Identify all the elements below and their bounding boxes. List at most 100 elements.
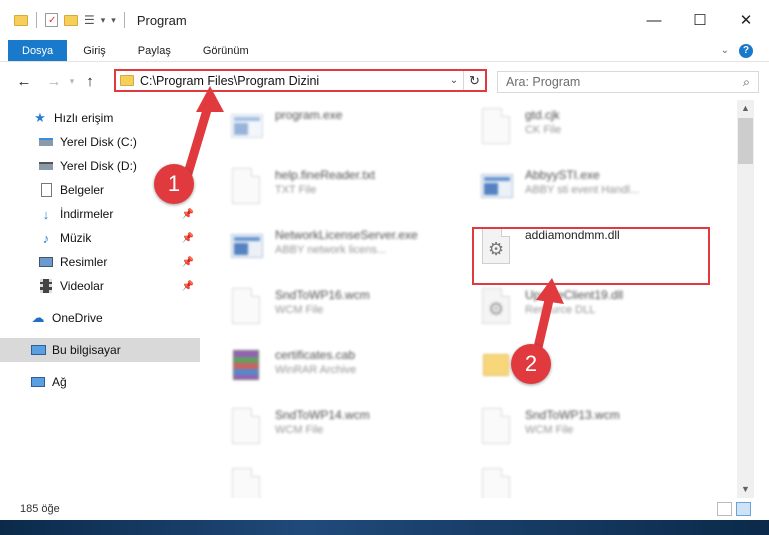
desktop-background [0,520,769,535]
view-icon[interactable]: ☰ [84,13,95,27]
divider [36,12,37,28]
address-bar[interactable]: C:\Program Files\Program Dizini ⌄ ↻ [114,69,487,92]
item-count: 185 öğe [20,503,60,515]
refresh-icon[interactable]: ↻ [463,71,485,90]
file-type: Resource DLL [525,304,596,316]
file-item[interactable] [479,468,719,498]
pictures-icon [38,255,54,269]
maximize-button[interactable]: ☐ [677,0,723,40]
file-type: WCM File [275,424,324,436]
file-type: CK File [525,124,562,136]
tiles-view-icon[interactable] [736,502,751,516]
file-type: WCM File [275,304,324,316]
pin-icon[interactable]: 📌 [182,257,194,268]
new-folder-icon[interactable] [64,14,78,26]
exe-icon [229,228,265,274]
file-item[interactable]: certificates.cab WinRAR Archive [229,348,469,404]
sidebar-item-quick-access[interactable]: ★ Hızlı erişim [0,106,200,130]
music-icon: ♪ [42,230,50,246]
sidebar-item-videos[interactable]: Videolar 📌 [0,274,200,298]
sidebar-item-downloads[interactable]: ↓ İndirmeler 📌 [0,202,200,226]
scrollbar-thumb[interactable] [738,118,753,164]
tab-home[interactable]: Giriş [67,40,122,61]
chevron-down-icon[interactable]: ▾ [101,15,106,26]
ribbon-right: ⌄ ? [721,40,769,61]
file-item[interactable]: AbbyySTI.exe ABBY sti event Handl... [479,168,719,224]
file-icon [229,468,265,498]
network-icon [30,375,46,389]
pin-icon[interactable]: 📌 [182,281,194,292]
file-type: WCM File [525,424,574,436]
file-item[interactable]: SndToWP14.wcm WCM File [229,408,469,464]
title-bar: ✓ ☰ ▾ ▾ Program — ☐ ✕ [0,0,769,40]
sidebar-item-label: Ağ [52,375,67,389]
close-button[interactable]: ✕ [723,0,769,40]
cloud-icon: ☁ [31,310,45,325]
documents-icon [38,183,54,197]
details-view-icon[interactable] [717,502,732,516]
sidebar-item-music[interactable]: ♪ Müzik 📌 [0,226,200,250]
file-icon [229,408,265,454]
status-bar: 185 öğe [0,498,769,520]
ribbon-tabs: Dosya Giriş Paylaş Görünüm ⌄ ? [0,40,769,62]
vertical-scrollbar[interactable]: ▲ ▼ [737,100,754,498]
scroll-up-icon[interactable]: ▲ [737,100,754,117]
pin-icon[interactable]: 📌 [182,209,194,220]
exe-icon [479,168,515,214]
gear-icon: ⚙ [488,299,505,319]
file-name: gtd.cjk [525,108,560,122]
search-icon[interactable]: ⌕ [743,75,750,90]
file-item[interactable]: gtd.cjk CK File [479,108,719,164]
tab-file[interactable]: Dosya [8,40,68,61]
scroll-down-icon[interactable]: ▼ [737,481,754,498]
sidebar-item-pictures[interactable]: Resimler 📌 [0,250,200,274]
search-input[interactable]: Ara: Program ⌕ [497,71,759,93]
sidebar-item-label: Bu bilgisayar [52,343,121,357]
video-icon [38,279,54,293]
tab-view[interactable]: Görünüm [187,40,265,61]
folder-icon [120,75,134,86]
file-name: certificates.cab [275,348,356,362]
sidebar-item-label: OneDrive [52,311,103,325]
window-title: Program [136,12,187,28]
minimize-button[interactable]: — [631,0,677,40]
search-placeholder: Ara: Program [506,75,581,89]
file-name: SndToWP16.wcm [275,288,370,302]
file-item[interactable]: program.exe [229,108,469,164]
customize-toolbar-icon[interactable]: ▾ [111,15,116,26]
quick-access-toolbar: ✓ ☰ ▾ ▾ [0,0,127,40]
up-button[interactable]: ↑ [78,73,102,90]
file-item[interactable]: ⚙ UpdateClient19.dll Resource DLL [479,288,719,344]
file-item[interactable]: SndToWP16.wcm WCM File [229,288,469,344]
file-icon [479,108,515,154]
computer-icon [30,343,46,357]
properties-icon[interactable]: ✓ [45,13,58,27]
sidebar-item-network[interactable]: Ağ [0,370,200,394]
sidebar-item-label: Resimler [60,255,108,269]
sidebar-item-onedrive[interactable]: ☁ OneDrive [0,306,200,330]
file-icon [229,288,265,334]
file-type: ABBY network licens... [275,244,387,256]
file-name: program.exe [275,108,343,122]
sidebar-item-this-pc[interactable]: Bu bilgisayar [0,338,200,362]
recent-locations-icon[interactable]: ▾ [66,76,78,87]
chevron-down-icon[interactable]: ⌄ [445,75,463,86]
address-path[interactable]: C:\Program Files\Program Dizini [140,74,445,88]
divider [123,12,125,28]
file-name: SndToWP13.wcm [525,408,620,422]
pin-icon[interactable]: 📌 [182,233,194,244]
back-button[interactable]: ← [12,73,36,90]
view-switcher [717,502,751,516]
highlight-box [472,227,710,285]
expand-ribbon-icon[interactable]: ⌄ [721,45,729,56]
file-item[interactable]: help.fineReader.txt TXT File [229,168,469,224]
file-item[interactable]: SndToWP13.wcm WCM File [479,408,719,464]
window-controls: — ☐ ✕ [631,0,769,40]
folder-icon [14,14,28,26]
sidebar-item-local-disk-c[interactable]: Yerel Disk (C:) [0,130,200,154]
tab-share[interactable]: Paylaş [122,40,187,61]
forward-button[interactable]: → [42,73,66,90]
file-item[interactable]: NetworkLicenseServer.exe ABBY network lic… [229,228,469,284]
file-item[interactable] [229,468,469,498]
help-icon[interactable]: ? [739,43,753,58]
